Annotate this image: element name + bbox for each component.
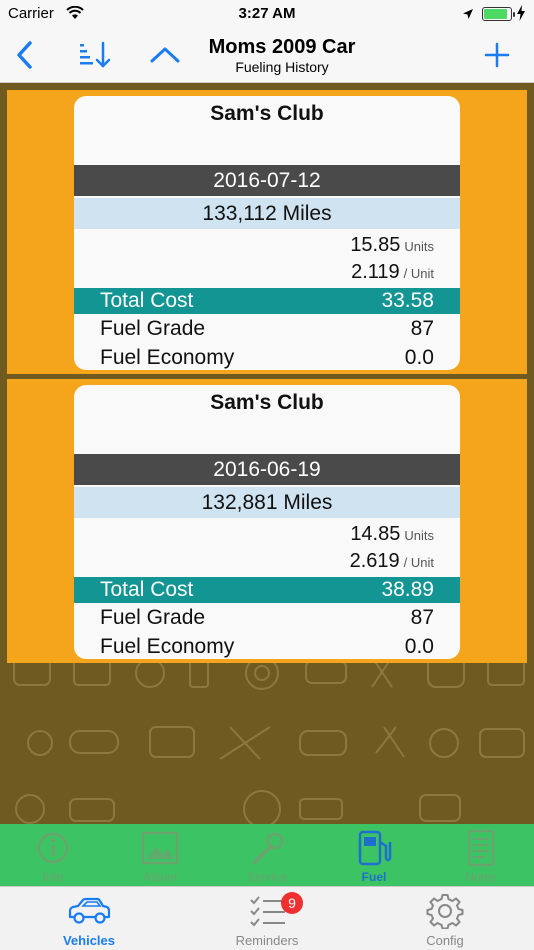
segment-notes-label: Notes: [465, 870, 497, 884]
fuel-record[interactable]: Sam's Club 2016-06-19 132,881 Miles 14.8…: [7, 379, 527, 663]
info-icon: [37, 832, 69, 864]
vehicle-name: Moms 2009 Car: [208, 36, 356, 58]
fuel-record-card[interactable]: Sam's Club 2016-07-12 133,112 Miles 15.8…: [74, 96, 460, 370]
fuel-economy-value: 0.0: [404, 635, 434, 658]
back-button[interactable]: [8, 38, 42, 72]
segment-service[interactable]: Service: [214, 824, 320, 886]
tab-reminders-label: Reminders: [235, 933, 299, 948]
segment-service-label: Service: [246, 870, 287, 884]
fuel-grade-label: Fuel Grade: [100, 317, 206, 340]
wrench-icon: [253, 832, 284, 864]
unit-price-label: / Unit: [403, 266, 434, 281]
fuel-grade-value: 87: [410, 317, 434, 340]
record-date: 2016-07-12: [74, 165, 460, 196]
navigation-bar: Moms 2009 Car Fueling History: [0, 28, 534, 83]
fuel-economy-row: Fuel Economy 0.0: [74, 633, 460, 659]
notes-icon: [467, 829, 495, 867]
clock-label: 3:27 AM: [238, 5, 296, 22]
fuel-grade-row: Fuel Grade 87: [74, 604, 460, 632]
add-button[interactable]: [480, 38, 514, 72]
fuel-units-value: 14.85: [350, 523, 401, 545]
unit-price-row: 2.119/ Unit: [351, 261, 434, 284]
fuel-record[interactable]: Sam's Club 2016-07-12 133,112 Miles 15.8…: [7, 90, 527, 374]
total-cost-label: Total Cost: [100, 578, 194, 601]
segment-info[interactable]: Info: [0, 824, 106, 886]
segment-album[interactable]: Album: [107, 824, 213, 886]
total-cost-value: 38.89: [381, 578, 434, 601]
fueling-history-list[interactable]: Sam's Club 2016-07-12 133,112 Miles 15.8…: [0, 83, 534, 824]
chevron-left-icon: [17, 41, 32, 69]
station-name: Sam's Club: [210, 102, 324, 125]
gear-icon: [426, 894, 464, 929]
fuel-economy-label: Fuel Economy: [100, 346, 235, 369]
tab-vehicles-label: Vehicles: [62, 933, 116, 948]
total-cost-value: 33.58: [381, 289, 434, 312]
fuel-grade-label: Fuel Grade: [100, 606, 206, 629]
segment-notes[interactable]: Notes: [428, 824, 534, 886]
fuel-economy-value: 0.0: [404, 346, 434, 369]
fuel-record-card[interactable]: Sam's Club 2016-06-19 132,881 Miles 14.8…: [74, 385, 460, 659]
fuel-units-row: 15.85 Units: [350, 234, 434, 257]
battery-icon: [482, 7, 515, 21]
sort-button[interactable]: [78, 38, 112, 72]
fuel-units-value: 15.85: [350, 234, 401, 256]
station-name: Sam's Club: [210, 391, 324, 414]
record-date: 2016-06-19: [74, 454, 460, 485]
tab-reminders[interactable]: 9 Reminders: [178, 887, 356, 950]
fuel-units-label: Units: [404, 528, 434, 543]
album-icon: [141, 831, 179, 865]
tab-config[interactable]: Config: [356, 887, 534, 950]
fuel-units-row: 14.85 Units: [350, 523, 434, 546]
plus-icon: [484, 42, 510, 68]
status-bar: Carrier 3:27 AM: [0, 0, 534, 28]
segment-album-label: Album: [142, 870, 177, 884]
car-icon: [68, 897, 111, 924]
tab-vehicles[interactable]: Vehicles: [0, 887, 178, 950]
fuel-economy-row: Fuel Economy 0.0: [74, 344, 460, 370]
reminders-badge: 9: [281, 892, 303, 914]
unit-price-value: 2.119: [351, 261, 400, 283]
unit-price-row: 2.619/ Unit: [350, 550, 434, 573]
total-cost-label: Total Cost: [100, 289, 194, 312]
fuel-pump-icon: [358, 830, 392, 866]
segment-fuel[interactable]: Fuel: [321, 824, 427, 886]
fuel-units-label: Units: [404, 239, 434, 254]
nav-title: Moms 2009 Car Fueling History: [160, 35, 404, 75]
total-cost-row: Total Cost 38.89: [74, 577, 460, 603]
odometer-miles: 133,112 Miles: [74, 198, 460, 229]
charging-bolt-icon: [516, 5, 526, 26]
sort-descending-icon: [80, 41, 111, 68]
fuel-economy-label: Fuel Economy: [100, 635, 235, 658]
location-arrow-icon: [462, 7, 474, 25]
fuel-grade-value: 87: [410, 606, 434, 629]
fuel-grade-row: Fuel Grade 87: [74, 315, 460, 343]
total-cost-row: Total Cost 33.58: [74, 288, 460, 314]
vehicle-section-bar: Info Album Service Fuel Notes: [0, 824, 534, 886]
unit-price-label: / Unit: [403, 555, 434, 570]
screen-subtitle: Fueling History: [235, 59, 329, 75]
odometer-miles: 132,881 Miles: [74, 487, 460, 518]
tab-config-label: Config: [426, 933, 464, 948]
segment-fuel-label: Fuel: [361, 870, 387, 884]
segment-info-label: Info: [42, 870, 63, 884]
tab-bar: Vehicles 9 Reminders Config: [0, 886, 534, 950]
unit-price-value: 2.619: [349, 550, 400, 572]
background-pattern-icon: [13, 656, 525, 824]
